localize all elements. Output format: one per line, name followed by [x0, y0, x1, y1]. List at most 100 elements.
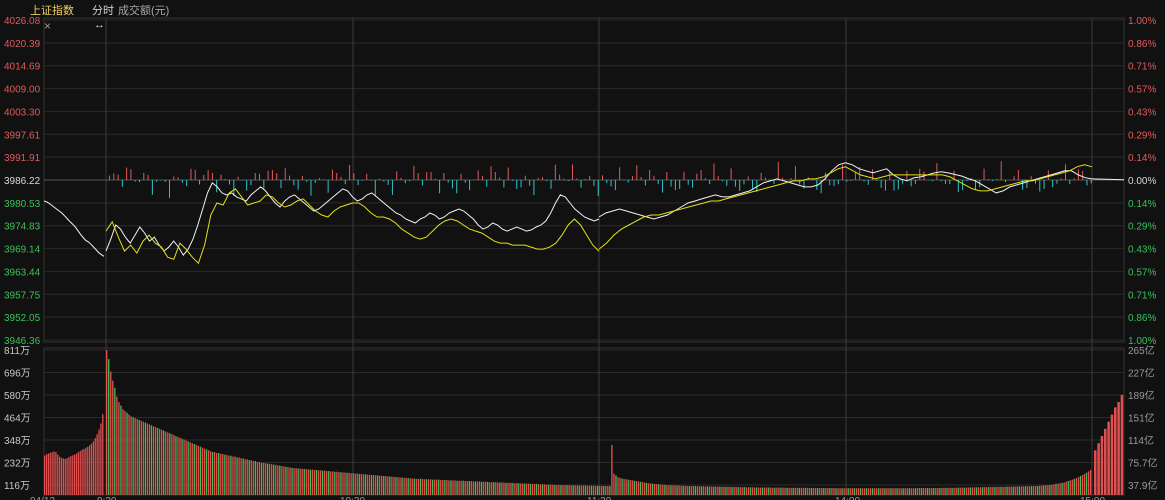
volume-bar: [802, 487, 805, 495]
volume-bar: [666, 484, 668, 495]
volume-bar: [419, 478, 422, 495]
fund-flow-bar: [863, 180, 865, 182]
volume-bar: [100, 423, 102, 495]
volume-bar: [601, 485, 603, 495]
volume-bar: [692, 486, 695, 495]
fund-flow-bar: [366, 173, 368, 180]
volume-bar: [841, 488, 843, 495]
percent-tick-label: 0.14%: [1128, 153, 1156, 164]
fund-flow-bar: [1056, 180, 1058, 184]
volume-bar: [271, 464, 273, 495]
volume-bar: [102, 414, 104, 495]
volume-bar: [580, 485, 583, 495]
fund-flow-bar: [696, 173, 698, 180]
fund-flow-bar: [846, 180, 848, 182]
volume-bar: [175, 435, 177, 495]
volume-bar: [861, 488, 864, 495]
volume-bar: [376, 475, 379, 495]
volume-bar: [625, 479, 627, 495]
fund-flow-bar: [683, 171, 685, 180]
volume-bar: [1016, 486, 1018, 495]
volume-bar: [871, 488, 874, 495]
volume-bar: [1081, 474, 1084, 495]
fund-flow-bar: [704, 178, 706, 180]
percent-tick-label: 0.00%: [1128, 176, 1156, 187]
volume-bar: [627, 479, 629, 495]
volume-bar: [295, 468, 297, 495]
volume-bar: [755, 487, 758, 495]
tab-intraday[interactable]: 分时: [92, 2, 114, 18]
volume-bar: [827, 488, 829, 495]
volume-bar: [741, 487, 743, 495]
volume-bar: [232, 456, 234, 495]
volume-bar: [134, 418, 136, 495]
fund-flow-bar: [571, 164, 573, 180]
volume-bar: [185, 440, 187, 495]
volume-bar: [931, 488, 933, 495]
fund-flow-bar: [936, 163, 938, 180]
fund-flow-bar: [323, 179, 325, 180]
volume-bar: [676, 485, 678, 495]
fund-flow-bar: [370, 180, 372, 181]
fund-flow-bar: [773, 180, 775, 184]
volume-bar: [1085, 472, 1088, 495]
volume-bar: [1008, 486, 1010, 495]
volume-bar: [965, 487, 968, 495]
volume-bar: [92, 441, 95, 495]
fund-flow-bar: [156, 180, 158, 182]
volume-bar: [189, 442, 191, 495]
index-name-title[interactable]: 上证指数: [30, 2, 74, 18]
volume-bar: [1087, 471, 1090, 495]
fund-flow-bar: [263, 180, 265, 189]
drag-handle-icon[interactable]: ↔: [94, 19, 105, 31]
volume-bar: [953, 487, 955, 495]
volume-bar: [955, 487, 957, 495]
price-tick-label: 3957.75: [4, 290, 41, 301]
volume-tick-label: 464万: [4, 414, 31, 425]
volume-bar: [1073, 478, 1076, 495]
fund-flow-bar: [666, 171, 668, 180]
volume-bar: [780, 487, 782, 495]
fund-flow-bar: [1060, 178, 1062, 180]
amount-tick-label: 227亿: [1128, 367, 1155, 380]
volume-bar: [411, 478, 413, 495]
volume-bar: [546, 484, 548, 495]
fund-flow-bar: [679, 180, 681, 189]
volume-bar: [415, 478, 417, 495]
volume-bar: [1067, 481, 1069, 495]
volume-bar: [183, 439, 185, 495]
volume-bar: [967, 487, 970, 495]
fund-flow-bar: [391, 180, 393, 195]
volume-bar: [120, 405, 122, 495]
volume-bar: [238, 457, 240, 495]
fund-flow-bar: [349, 164, 351, 180]
volume-bar: [244, 459, 246, 495]
volume-bar: [220, 453, 222, 495]
fund-flow-bar: [139, 180, 141, 183]
volume-bar: [313, 469, 316, 495]
fund-flow-bar: [777, 161, 779, 180]
volume-bar: [819, 488, 821, 495]
volume-bar: [205, 449, 208, 495]
volume-bar: [72, 455, 74, 495]
volume-bar: [776, 487, 778, 495]
volume-bar: [501, 482, 503, 495]
volume-bar: [1002, 486, 1004, 495]
volume-bar: [733, 486, 735, 495]
volume-bar: [816, 488, 819, 495]
volume-bar: [603, 486, 605, 495]
volume-tick-label: 116万: [4, 481, 30, 492]
volume-bar: [146, 423, 149, 495]
volume-bar: [1047, 484, 1049, 495]
close-icon[interactable]: ×: [44, 19, 51, 33]
volume-bar: [1069, 480, 1071, 495]
time-tick-label: 14:00: [835, 496, 860, 500]
volume-bar: [193, 444, 195, 495]
volume-bar: [812, 488, 815, 495]
fund-flow-bar: [790, 178, 792, 180]
volume-bar: [951, 487, 953, 495]
volume-bar: [574, 485, 576, 495]
volume-bar: [941, 487, 943, 495]
volume-bar: [409, 478, 411, 495]
fund-flow-bar: [884, 180, 886, 191]
